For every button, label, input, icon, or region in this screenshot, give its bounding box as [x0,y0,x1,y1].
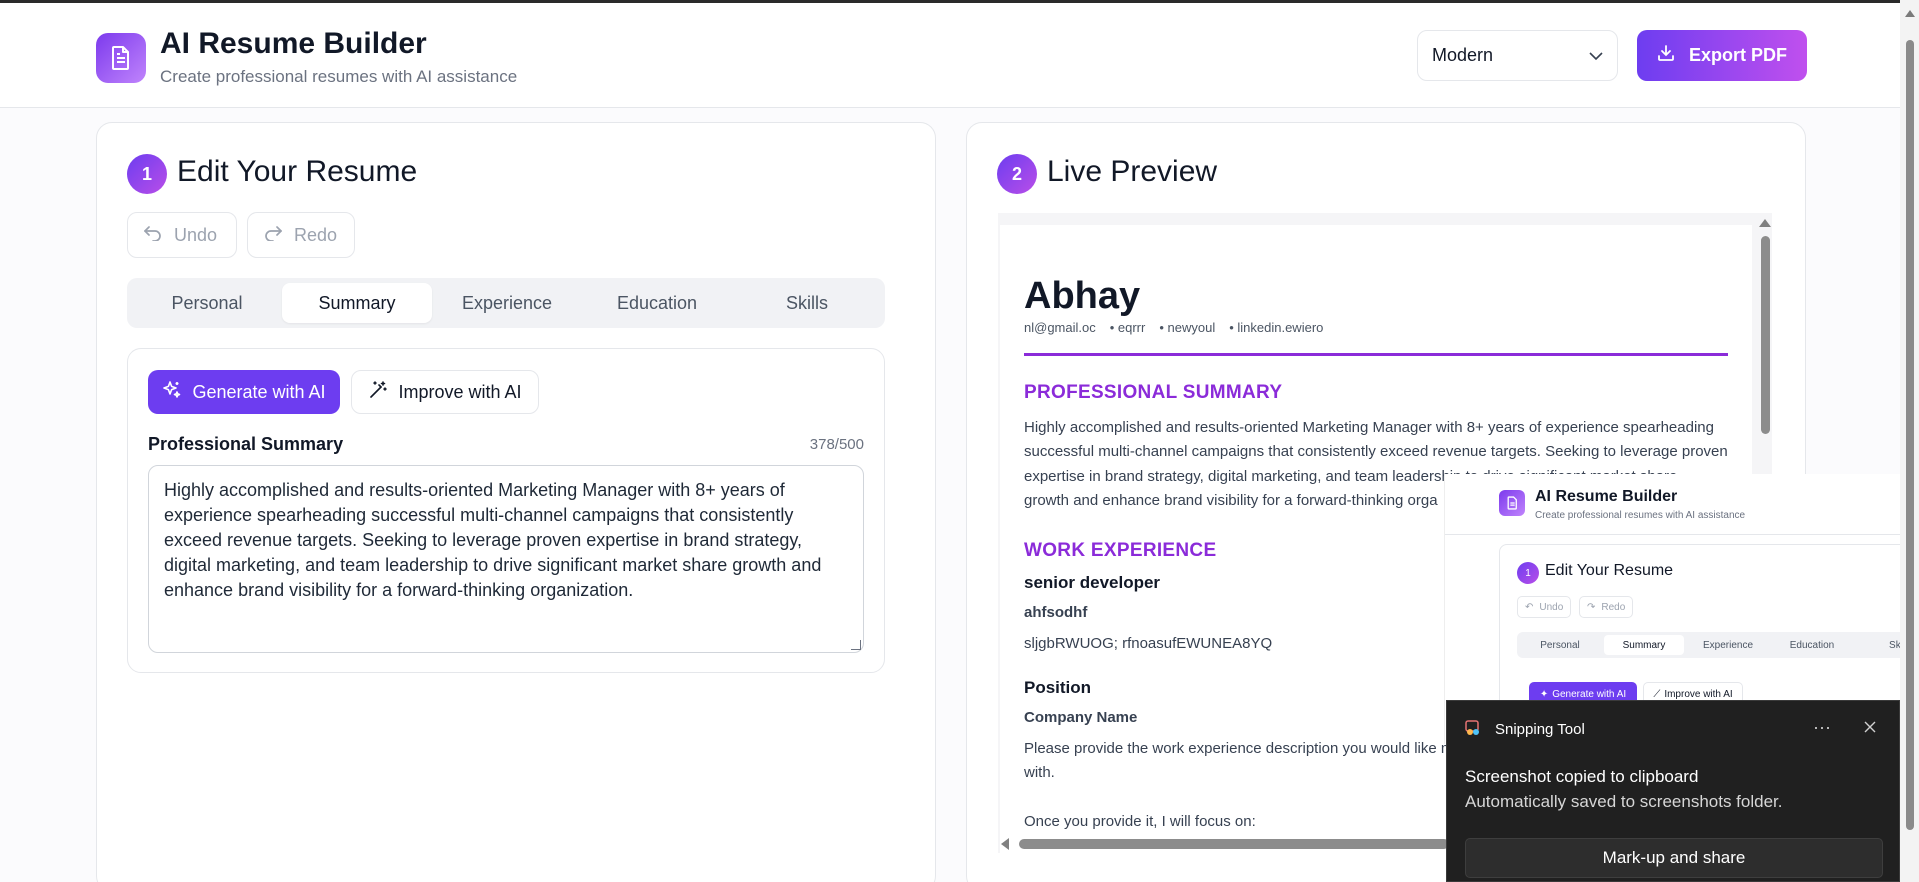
document-icon [96,33,146,83]
thumb-improve-label: Improve with AI [1664,688,1733,700]
export-pdf-button[interactable]: Export PDF [1637,30,1807,81]
improve-with-ai-button[interactable]: Improve with AI [351,370,539,414]
contact-email: nl@gmail.oc [1024,320,1096,335]
app-subtitle: Create professional resumes with AI assi… [160,67,518,86]
contact-location: • newyoul [1159,320,1216,335]
redo-icon: ↷ [1587,601,1596,613]
preview-scroll-up[interactable] [1759,219,1771,227]
job-description: Please provide the work experience descr… [1024,740,1454,757]
resume-divider [1024,353,1728,356]
undo-icon: ↶ [1525,601,1534,613]
contact-phone: • eqrrr [1109,320,1146,335]
generate-with-ai-button[interactable]: Generate with AI [148,370,340,414]
resume-summary-heading: PROFESSIONAL SUMMARY [1024,382,1283,403]
resume-experience-heading: WORK EXPERIENCE [1024,540,1217,561]
tab-summary[interactable]: Summary [282,283,432,323]
snipping-tool-icon [1465,719,1483,737]
close-icon[interactable] [1855,715,1885,739]
toast-title: Screenshot copied to clipboard [1465,767,1699,786]
thumb-tabs: Personal Summary Experience Education Sk… [1517,632,1900,658]
thumb-app-subtitle: Create professional resumes with AI assi… [1535,510,1746,521]
thumb-undo-label: Undo [1539,601,1564,613]
editor-step-badge: 1 [127,154,167,194]
job-description: with. [1024,764,1055,781]
template-select[interactable]: Modern [1417,30,1618,81]
page-scroll-up[interactable] [1905,10,1915,17]
thumb-tab-summary: Summary [1604,635,1684,655]
export-pdf-label: Export PDF [1688,45,1787,65]
preview-vertical-scrollbar[interactable] [1761,236,1770,434]
thumb-tab-personal: Personal [1540,639,1580,651]
editor-tabs: Personal Summary Experience Education Sk… [127,278,885,328]
undo-button[interactable]: Undo [127,212,237,258]
professional-summary-label: Professional Summary [148,434,344,454]
thumb-tab-experience: Experience [1702,639,1754,651]
preview-step-badge: 2 [997,154,1037,194]
redo-button[interactable]: Redo [247,212,355,258]
thumb-step-badge: 1 [1517,562,1539,584]
mark-up-and-share-button[interactable]: Mark-up and share [1465,838,1883,878]
toast-app-name: Snipping Tool [1495,721,1585,738]
more-options-icon[interactable]: ··· [1807,715,1837,739]
thumb-divider [1445,534,1900,535]
template-select-value: Modern [1432,45,1494,65]
character-count: 378/500 [809,436,864,453]
thumb-undo: ↶ Undo [1517,596,1572,618]
undo-icon [143,225,162,246]
tab-personal[interactable]: Personal [132,283,282,323]
magic-wand-icon [368,380,388,405]
contact-linkedin: • linkedin.ewiero [1229,320,1324,335]
resume-summary-line: successful multi-channel campaigns that … [1024,443,1728,460]
resize-handle[interactable] [851,640,861,650]
redo-label: Redo [294,224,338,245]
thumb-app-title: AI Resume Builder [1535,488,1678,505]
page-scrollbar-thumb[interactable] [1906,40,1914,830]
job-title: Position [1024,678,1092,697]
undo-label: Undo [174,224,218,245]
job-description: Once you provide it, I will focus on: [1024,813,1256,830]
snipping-tool-notification: Snipping Tool ··· Screenshot copied to c… [1446,700,1900,882]
tab-skills[interactable]: Skills [732,283,882,323]
thumb-tab-education: Education [1789,639,1835,651]
job-title: senior developer [1024,573,1161,592]
resume-summary-line: Highly accomplished and results-oriented… [1024,419,1714,436]
job-company: ahfsodhf [1024,604,1088,621]
resume-name: Abhay [1024,275,1141,317]
preview-scroll-left[interactable] [1001,838,1009,850]
summary-text: Highly accomplished and results-oriented… [164,480,822,600]
sparkles-icon: ✦ [1539,688,1549,700]
thumb-tab-skills: Ski [1889,639,1900,651]
redo-icon [264,225,283,246]
generate-label: Generate with AI [192,381,326,402]
chevron-down-icon [1589,45,1603,66]
app-title: AI Resume Builder [160,27,427,60]
preview-title: Live Preview [1047,155,1218,188]
magic-wand-icon: ⟋ [1653,688,1661,700]
job-description: sljgbRWUOG; rfnoasufEWUNEA8YQ [1024,635,1273,652]
tab-education[interactable]: Education [582,283,732,323]
editor-title: Edit Your Resume [177,155,418,188]
sparkles-icon [162,380,182,405]
job-company: Company Name [1024,709,1138,726]
improve-label: Improve with AI [398,381,522,402]
thumb-redo-label: Redo [1601,601,1626,613]
thumb-generate-label: Generate with AI [1552,688,1627,700]
download-icon [1657,44,1675,67]
resume-contact: nl@gmail.oc • eqrrr • newyoul • linkedin… [1024,320,1323,335]
toast-body: Automatically saved to screenshots folde… [1465,792,1783,811]
tab-experience[interactable]: Experience [432,283,582,323]
document-icon [1499,490,1525,516]
thumb-redo: ↷ Redo [1579,596,1634,618]
summary-textarea[interactable]: Highly accomplished and results-oriented… [148,465,864,653]
thumb-editor-title: Edit Your Resume [1545,562,1674,579]
preview-horizontal-scrollbar[interactable] [1019,839,1449,849]
